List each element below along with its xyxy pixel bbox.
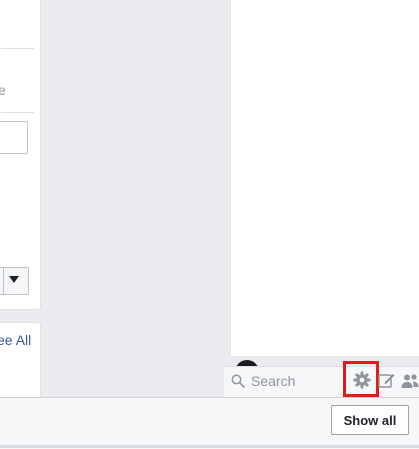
see-all-link[interactable]: ee All: [0, 332, 31, 348]
search-icon: [231, 374, 245, 388]
search-input[interactable]: Search: [251, 373, 295, 389]
people-icon[interactable]: [401, 373, 419, 389]
left-panel-card: [0, 0, 41, 310]
chevron-down-icon[interactable]: [9, 276, 19, 283]
divider: [1, 48, 34, 49]
compose-icon[interactable]: [378, 372, 395, 389]
text-input[interactable]: [0, 121, 28, 154]
truncated-text: e: [0, 82, 6, 98]
show-all-button[interactable]: Show all: [331, 405, 409, 435]
gear-icon[interactable]: [353, 371, 371, 389]
chat-list-area: [230, 0, 419, 356]
divider: [1, 112, 34, 113]
divider: [3, 268, 4, 294]
